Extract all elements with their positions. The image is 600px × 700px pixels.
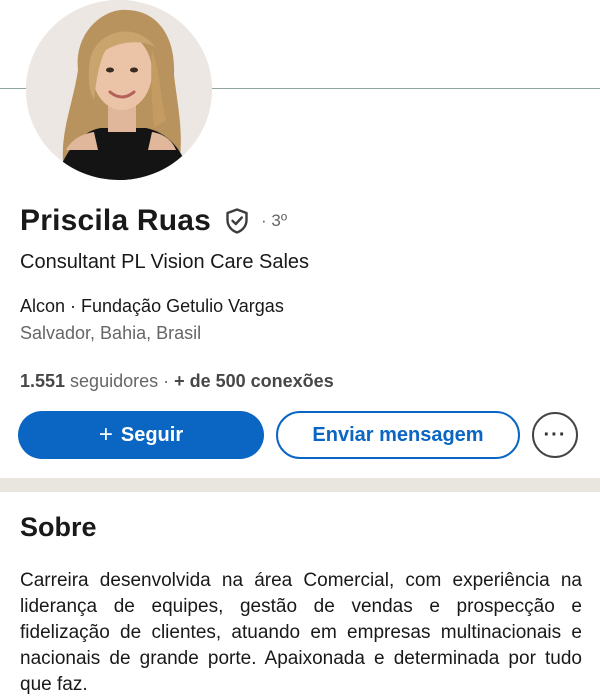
follow-button[interactable]: + Seguir	[18, 411, 264, 459]
profile-location: Salvador, Bahia, Brasil	[20, 323, 202, 343]
profile-name: Priscila Ruas	[20, 204, 212, 237]
profile-company[interactable]: Alcon · Fundação Getulio Vargas	[20, 296, 284, 317]
send-message-button[interactable]: Enviar mensagem	[276, 411, 520, 459]
banner-divider	[212, 88, 600, 89]
network-stats: 1.551 seguidores · + de 500 conexões	[20, 371, 334, 392]
plus-icon: +	[98, 421, 113, 448]
follow-button-label: Seguir	[120, 423, 184, 446]
avatar-photo	[26, 0, 212, 180]
about-section-text: Carreira desenvolvida na área Comercial,…	[20, 570, 582, 695]
followers-label: seguidores ·	[65, 371, 175, 391]
more-options-button[interactable]: ···	[532, 412, 578, 458]
connection-degree: · 3º	[261, 211, 288, 230]
followers-count[interactable]: 1.551	[20, 371, 65, 391]
profile-headline: Consultant PL Vision Care Sales	[20, 251, 310, 273]
connections-count[interactable]: + de 500 conexões	[174, 371, 334, 391]
ellipsis-icon: ···	[543, 423, 567, 446]
shield-check-icon[interactable]	[223, 207, 251, 235]
send-message-label: Enviar mensagem	[312, 423, 484, 446]
about-section-title: Sobre	[20, 512, 97, 542]
avatar[interactable]	[26, 0, 212, 180]
section-divider	[0, 478, 600, 492]
profile-name-row: Priscila Ruas · 3º	[20, 204, 287, 238]
